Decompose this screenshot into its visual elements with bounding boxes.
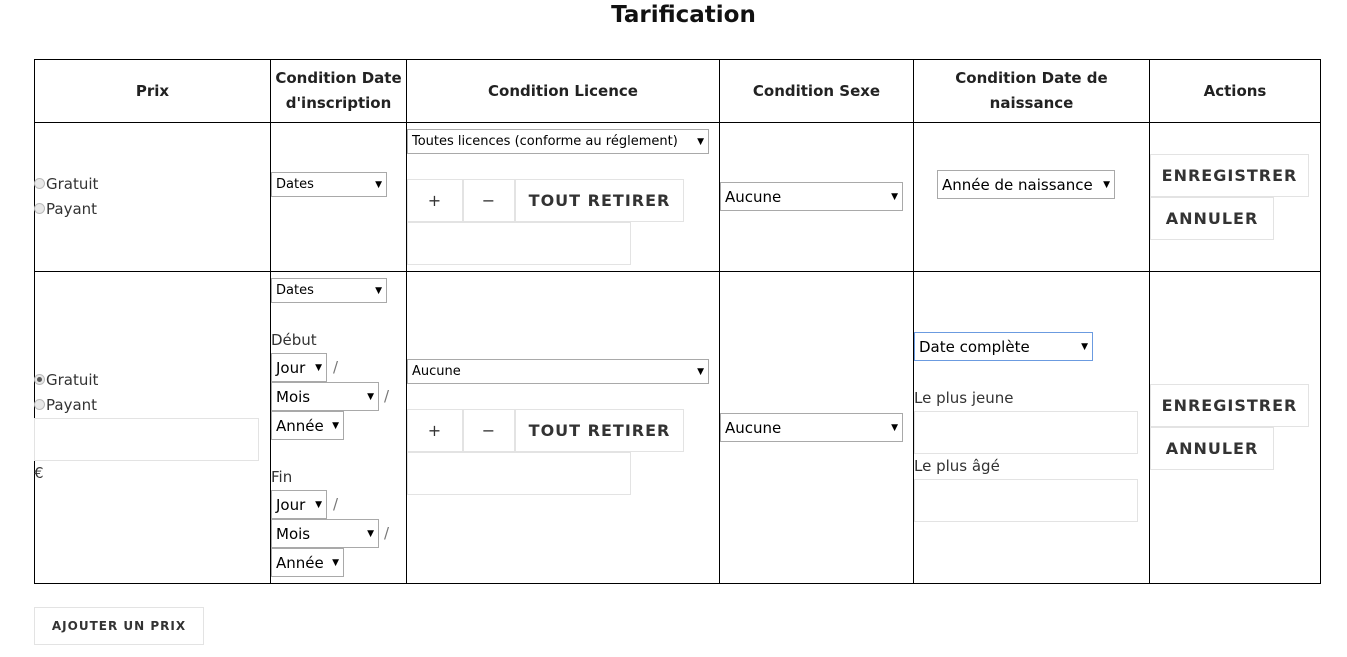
select-value: Dates <box>276 177 314 192</box>
separator: / <box>333 495 339 513</box>
remove-all-button[interactable]: TOUT RETIRER <box>515 409 684 452</box>
divider <box>34 271 1321 272</box>
add-licence-button[interactable]: + <box>407 409 463 452</box>
radio-payant[interactable]: Payant <box>34 200 97 218</box>
licence-select[interactable]: Aucune ▼ <box>407 359 709 384</box>
oldest-input[interactable] <box>914 479 1138 522</box>
header-licence: Condition Licence <box>488 81 638 100</box>
select-value: Année <box>276 416 324 435</box>
remove-licence-button[interactable]: − <box>463 179 515 222</box>
header-date-inscription: Condition Date d'inscription <box>275 69 402 112</box>
radio-label: Payant <box>46 396 98 414</box>
remove-all-button[interactable]: TOUT RETIRER <box>515 179 684 222</box>
divider <box>1320 59 1321 584</box>
select-value: Jour <box>276 358 306 377</box>
select-value: Année <box>276 553 324 572</box>
chevron-down-icon: ▼ <box>891 191 898 202</box>
debut-day-select[interactable]: Jour ▼ <box>271 353 327 382</box>
chevron-down-icon: ▼ <box>375 285 382 296</box>
page-title: Tarification <box>611 2 756 28</box>
radio-icon[interactable] <box>34 178 45 189</box>
select-value: Toutes licences (conforme au réglement) <box>412 134 678 149</box>
select-value: Année de naissance <box>942 175 1093 194</box>
licence-list[interactable] <box>407 222 631 265</box>
youngest-input[interactable] <box>914 411 1138 454</box>
divider <box>1149 59 1150 584</box>
save-button[interactable]: ENREGISTRER <box>1150 384 1309 427</box>
debut-label: Début <box>271 331 317 349</box>
chevron-down-icon: ▼ <box>891 422 898 433</box>
radio-icon[interactable] <box>34 203 45 214</box>
select-value: Dates <box>276 283 314 298</box>
chevron-down-icon: ▼ <box>697 366 704 377</box>
select-value: Mois <box>276 387 311 406</box>
select-value: Jour <box>276 495 306 514</box>
select-value: Aucune <box>725 187 782 206</box>
separator: / <box>384 387 390 405</box>
separator: / <box>333 358 339 376</box>
chevron-down-icon: ▼ <box>332 557 339 568</box>
add-price-button[interactable]: AJOUTER UN PRIX <box>34 607 204 645</box>
cancel-button[interactable]: ANNULER <box>1150 427 1274 470</box>
chevron-down-icon: ▼ <box>332 420 339 431</box>
fin-day-select[interactable]: Jour ▼ <box>271 490 327 519</box>
debut-month-select[interactable]: Mois ▼ <box>271 382 379 411</box>
select-value: Aucune <box>725 418 782 437</box>
cancel-button[interactable]: ANNULER <box>1150 197 1274 240</box>
select-value: Mois <box>276 524 311 543</box>
licence-select[interactable]: Toutes licences (conforme au réglement) ▼ <box>407 129 709 154</box>
radio-icon[interactable] <box>34 399 45 410</box>
header-prix: Prix <box>135 81 170 100</box>
naissance-select[interactable]: Date complète ▼ <box>914 332 1093 361</box>
chevron-down-icon: ▼ <box>367 528 374 539</box>
oldest-label: Le plus âgé <box>914 457 1000 475</box>
debut-year-select[interactable]: Année ▼ <box>271 411 344 440</box>
radio-label: Payant <box>46 200 98 218</box>
licence-list[interactable] <box>407 452 631 495</box>
naissance-select[interactable]: Année de naissance ▼ <box>937 170 1115 199</box>
sexe-select[interactable]: Aucune ▼ <box>720 413 903 442</box>
add-licence-button[interactable]: + <box>407 179 463 222</box>
fin-label: Fin <box>271 468 293 486</box>
select-value: Date complète <box>919 337 1030 356</box>
chevron-down-icon: ▼ <box>375 179 382 190</box>
fin-month-select[interactable]: Mois ▼ <box>271 519 379 548</box>
chevron-down-icon: ▼ <box>367 391 374 402</box>
separator: / <box>384 524 390 542</box>
divider <box>34 122 1321 123</box>
header-actions: Actions <box>1203 81 1267 100</box>
header-sexe: Condition Sexe <box>752 81 881 100</box>
date-inscription-select[interactable]: Dates ▼ <box>271 172 387 197</box>
radio-payant[interactable]: Payant <box>34 396 97 414</box>
fin-year-select[interactable]: Année ▼ <box>271 548 344 577</box>
divider <box>34 59 35 584</box>
currency-label: € <box>34 464 44 482</box>
radio-gratuit[interactable]: Gratuit <box>34 175 98 193</box>
select-value: Aucune <box>412 364 461 379</box>
radio-label: Gratuit <box>46 371 99 389</box>
radio-gratuit[interactable]: Gratuit <box>34 371 98 389</box>
chevron-down-icon: ▼ <box>315 499 322 510</box>
radio-label: Gratuit <box>46 175 99 193</box>
chevron-down-icon: ▼ <box>697 136 704 147</box>
chevron-down-icon: ▼ <box>315 362 322 373</box>
radio-icon[interactable] <box>34 374 45 385</box>
chevron-down-icon: ▼ <box>1081 341 1088 352</box>
divider <box>719 59 720 584</box>
header-date-naissance: Condition Date de naissance <box>955 69 1108 112</box>
save-button[interactable]: ENREGISTRER <box>1150 154 1309 197</box>
chevron-down-icon: ▼ <box>1103 179 1110 190</box>
divider <box>34 583 1321 584</box>
date-inscription-select[interactable]: Dates ▼ <box>271 278 387 303</box>
page: Tarification Prix Condition Date d'inscr… <box>0 0 1347 657</box>
price-input[interactable] <box>34 418 259 461</box>
sexe-select[interactable]: Aucune ▼ <box>720 182 903 211</box>
youngest-label: Le plus jeune <box>914 389 1014 407</box>
remove-licence-button[interactable]: − <box>463 409 515 452</box>
